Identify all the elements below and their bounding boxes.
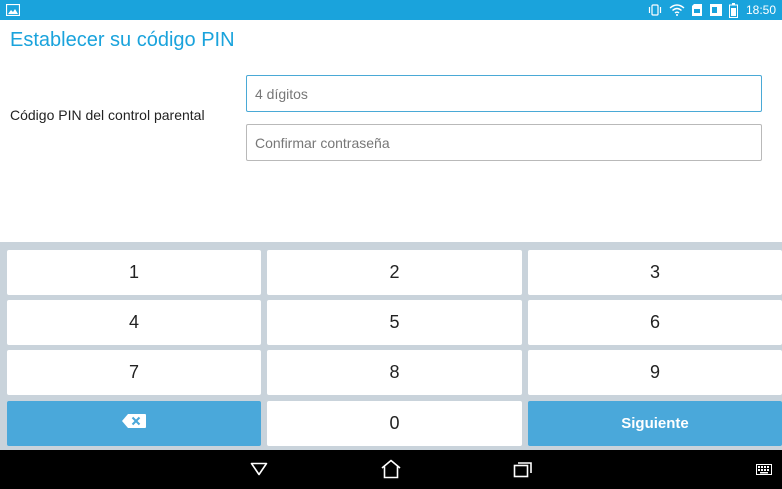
home-icon[interactable] <box>379 458 403 480</box>
battery-icon <box>728 2 738 18</box>
key-9[interactable]: 9 <box>528 350 782 395</box>
key-2[interactable]: 2 <box>267 250 522 295</box>
numeric-keypad: 1 2 3 4 5 6 7 8 9 0 Siguiente <box>0 242 782 450</box>
backspace-button[interactable] <box>7 401 261 446</box>
image-notification-icon <box>6 4 20 16</box>
key-1[interactable]: 1 <box>7 250 261 295</box>
key-3[interactable]: 3 <box>528 250 782 295</box>
backspace-icon <box>121 413 147 434</box>
confirm-password-input[interactable] <box>246 124 762 161</box>
pin-input[interactable] <box>246 75 762 112</box>
key-0[interactable]: 0 <box>267 401 522 446</box>
battery-saver-icon <box>709 3 723 17</box>
navigation-bar <box>0 450 782 489</box>
sd-card-icon <box>691 3 703 17</box>
recents-icon[interactable] <box>511 458 535 480</box>
next-button[interactable]: Siguiente <box>528 401 782 446</box>
key-7[interactable]: 7 <box>7 350 261 395</box>
back-icon[interactable] <box>247 458 271 480</box>
wifi-icon <box>669 4 685 16</box>
keyboard-icon[interactable] <box>752 458 776 480</box>
pin-field-label: Código PIN del control parental <box>10 107 205 123</box>
status-bar: 18:50 <box>0 0 782 20</box>
vibrate-icon <box>647 4 663 16</box>
status-time: 18:50 <box>745 3 776 17</box>
key-6[interactable]: 6 <box>528 300 782 345</box>
key-5[interactable]: 5 <box>267 300 522 345</box>
key-4[interactable]: 4 <box>7 300 261 345</box>
key-8[interactable]: 8 <box>267 350 522 395</box>
page-title: Establecer su código PIN <box>10 29 235 51</box>
